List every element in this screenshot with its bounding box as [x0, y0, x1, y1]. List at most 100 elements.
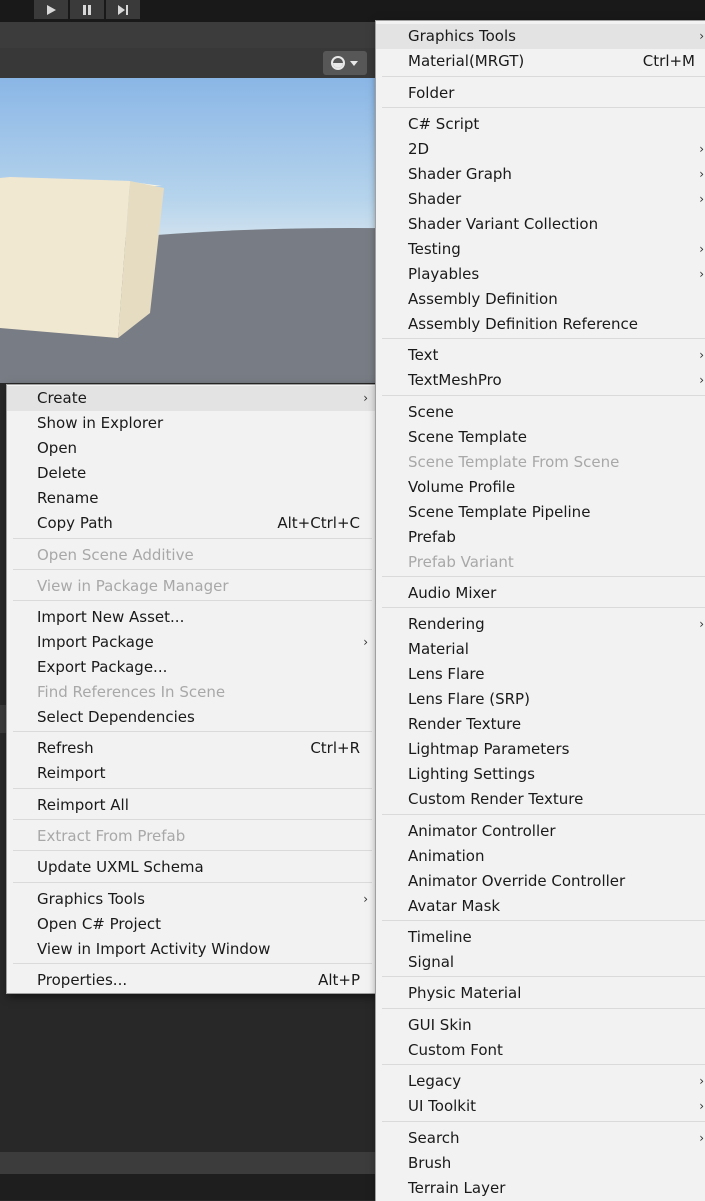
create-menu-item-prefab[interactable]: Prefab: [376, 525, 705, 550]
create-menu-item-timeline[interactable]: Timeline: [376, 925, 705, 950]
context-menu: Create › Show in Explorer Open Delete Rename C…: [6, 384, 377, 994]
step-button[interactable]: [106, 0, 140, 19]
create-menu-item-label: Volume Profile: [408, 478, 516, 496]
create-menu-item-label: Playables: [408, 265, 480, 283]
context-menu-item-rename[interactable]: Rename: [7, 486, 376, 511]
create-menu-item-audio-mixer[interactable]: Audio Mixer: [376, 581, 705, 606]
create-menu-item-shader-graph[interactable]: Shader Graph ›: [376, 162, 705, 187]
context-menu-separator: [13, 882, 372, 883]
create-menu-item-shader[interactable]: Shader ›: [376, 187, 705, 212]
create-menu-item-label: Render Texture: [408, 715, 522, 733]
context-menu-item-view-in-import-activity-window[interactable]: View in Import Activity Window: [7, 937, 376, 962]
create-menu-item-gui-skin[interactable]: GUI Skin: [376, 1013, 705, 1038]
context-menu-item-label: Export Package...: [37, 658, 168, 676]
create-menu-item-physic-material[interactable]: Physic Material: [376, 981, 705, 1006]
create-menu-item-material-mrgt[interactable]: Material(MRGT) Ctrl+M: [376, 49, 705, 74]
context-menu-item-label: Select Dependencies: [37, 708, 195, 726]
create-menu-item-custom-font[interactable]: Custom Font: [376, 1038, 705, 1063]
create-menu-item-testing[interactable]: Testing ›: [376, 237, 705, 262]
context-menu-item-export-package[interactable]: Export Package...: [7, 655, 376, 680]
create-menu-item-rendering[interactable]: Rendering ›: [376, 612, 705, 637]
create-menu-item-assembly-definition[interactable]: Assembly Definition: [376, 287, 705, 312]
create-submenu: Graphics Tools › Material(MRGT) Ctrl+M Folde…: [375, 20, 705, 1201]
create-menu-item-ui-toolkit[interactable]: UI Toolkit ›: [376, 1094, 705, 1119]
create-menu-item-label: Signal: [408, 953, 455, 971]
create-menu-item-scene[interactable]: Scene: [376, 400, 705, 425]
create-menu-item-lighting-settings[interactable]: Lighting Settings: [376, 762, 705, 787]
context-menu-item-update-uxml-schema[interactable]: Update UXML Schema: [7, 855, 376, 880]
create-menu-separator: [382, 76, 705, 77]
create-menu-item-render-texture[interactable]: Render Texture: [376, 712, 705, 737]
create-menu-separator: [382, 1064, 705, 1065]
create-menu-item-2d[interactable]: 2D ›: [376, 137, 705, 162]
context-menu-item-select-dependencies[interactable]: Select Dependencies: [7, 705, 376, 730]
create-menu-item-playables[interactable]: Playables ›: [376, 262, 705, 287]
create-menu-item-text[interactable]: Text ›: [376, 343, 705, 368]
create-menu-item-lens-flare[interactable]: Lens Flare: [376, 662, 705, 687]
context-menu-item-label: Properties...: [37, 971, 128, 989]
context-menu-item-delete[interactable]: Delete: [7, 461, 376, 486]
context-menu-item-create[interactable]: Create ›: [7, 386, 376, 411]
create-menu-item-material[interactable]: Material: [376, 637, 705, 662]
chevron-right-icon: ›: [363, 892, 368, 906]
context-menu-item-open-c-project[interactable]: Open C# Project: [7, 912, 376, 937]
create-menu-item-search[interactable]: Search ›: [376, 1126, 705, 1151]
create-menu-item-shader-variant-collection[interactable]: Shader Variant Collection: [376, 212, 705, 237]
create-menu-item-label: Scene Template Pipeline: [408, 503, 591, 521]
create-menu-item-animator-controller[interactable]: Animator Controller: [376, 819, 705, 844]
create-menu-item-prefab-variant: Prefab Variant: [376, 550, 705, 575]
context-menu-item-label: Import Package: [37, 633, 154, 651]
context-menu-item-refresh[interactable]: Refresh Ctrl+R: [7, 736, 376, 761]
pause-button[interactable]: [70, 0, 104, 19]
context-menu-item-import-new-asset[interactable]: Import New Asset...: [7, 605, 376, 630]
create-menu-item-terrain-layer[interactable]: Terrain Layer: [376, 1176, 705, 1201]
create-menu-item-label: Scene Template: [408, 428, 527, 446]
context-menu-item-show-in-explorer[interactable]: Show in Explorer: [7, 411, 376, 436]
top-toolbar: [0, 0, 705, 22]
create-menu-item-shortcut: Ctrl+M: [642, 52, 695, 70]
context-menu-separator: [13, 538, 372, 539]
create-menu-item-volume-profile[interactable]: Volume Profile: [376, 475, 705, 500]
create-menu-item-animator-override-controller[interactable]: Animator Override Controller: [376, 869, 705, 894]
context-menu-item-import-package[interactable]: Import Package ›: [7, 630, 376, 655]
create-menu-item-brush[interactable]: Brush: [376, 1151, 705, 1176]
create-menu-separator: [382, 1008, 705, 1009]
create-menu-item-assembly-definition-reference[interactable]: Assembly Definition Reference: [376, 312, 705, 337]
context-menu-item-reimport[interactable]: Reimport: [7, 761, 376, 786]
context-menu-separator: [13, 850, 372, 851]
chevron-right-icon: ›: [699, 267, 704, 281]
gizmo-dropdown[interactable]: [323, 51, 367, 75]
create-menu-item-avatar-mask[interactable]: Avatar Mask: [376, 894, 705, 919]
context-menu-item-properties[interactable]: Properties... Alt+P: [7, 968, 376, 993]
create-menu-item-textmeshpro[interactable]: TextMeshPro ›: [376, 368, 705, 393]
context-menu-item-graphics-tools[interactable]: Graphics Tools ›: [7, 887, 376, 912]
chevron-right-icon: ›: [699, 1074, 704, 1088]
play-button[interactable]: [34, 0, 68, 19]
create-menu-item-graphics-tools[interactable]: Graphics Tools ›: [376, 24, 705, 49]
create-menu-item-scene-template-pipeline[interactable]: Scene Template Pipeline: [376, 500, 705, 525]
create-menu-item-animation[interactable]: Animation: [376, 844, 705, 869]
create-menu-item-scene-template[interactable]: Scene Template: [376, 425, 705, 450]
create-menu-item-label: Shader: [408, 190, 462, 208]
create-menu-item-label: Physic Material: [408, 984, 522, 1002]
create-menu-separator: [382, 607, 705, 608]
context-menu-item-copy-path[interactable]: Copy Path Alt+Ctrl+C: [7, 511, 376, 536]
context-menu-item-shortcut: Alt+P: [318, 971, 360, 989]
create-menu-item-lens-flare-srp[interactable]: Lens Flare (SRP): [376, 687, 705, 712]
create-menu-item-label: Assembly Definition: [408, 290, 558, 308]
context-menu-item-label: Find References In Scene: [37, 683, 226, 701]
create-menu-item-legacy[interactable]: Legacy ›: [376, 1069, 705, 1094]
context-menu-item-label: Open Scene Additive: [37, 546, 194, 564]
create-menu-item-custom-render-texture[interactable]: Custom Render Texture: [376, 787, 705, 812]
create-menu-item-lightmap-parameters[interactable]: Lightmap Parameters: [376, 737, 705, 762]
create-menu-item-folder[interactable]: Folder: [376, 81, 705, 106]
create-menu-item-label: Lightmap Parameters: [408, 740, 570, 758]
context-menu-item-reimport-all[interactable]: Reimport All: [7, 793, 376, 818]
context-menu-item-shortcut: Ctrl+R: [310, 739, 360, 757]
context-menu-item-open[interactable]: Open: [7, 436, 376, 461]
chevron-right-icon: ›: [699, 242, 704, 256]
create-menu-item-signal[interactable]: Signal: [376, 950, 705, 975]
create-menu-separator: [382, 395, 705, 396]
chevron-right-icon: ›: [699, 29, 704, 43]
create-menu-item-c-script[interactable]: C# Script: [376, 112, 705, 137]
